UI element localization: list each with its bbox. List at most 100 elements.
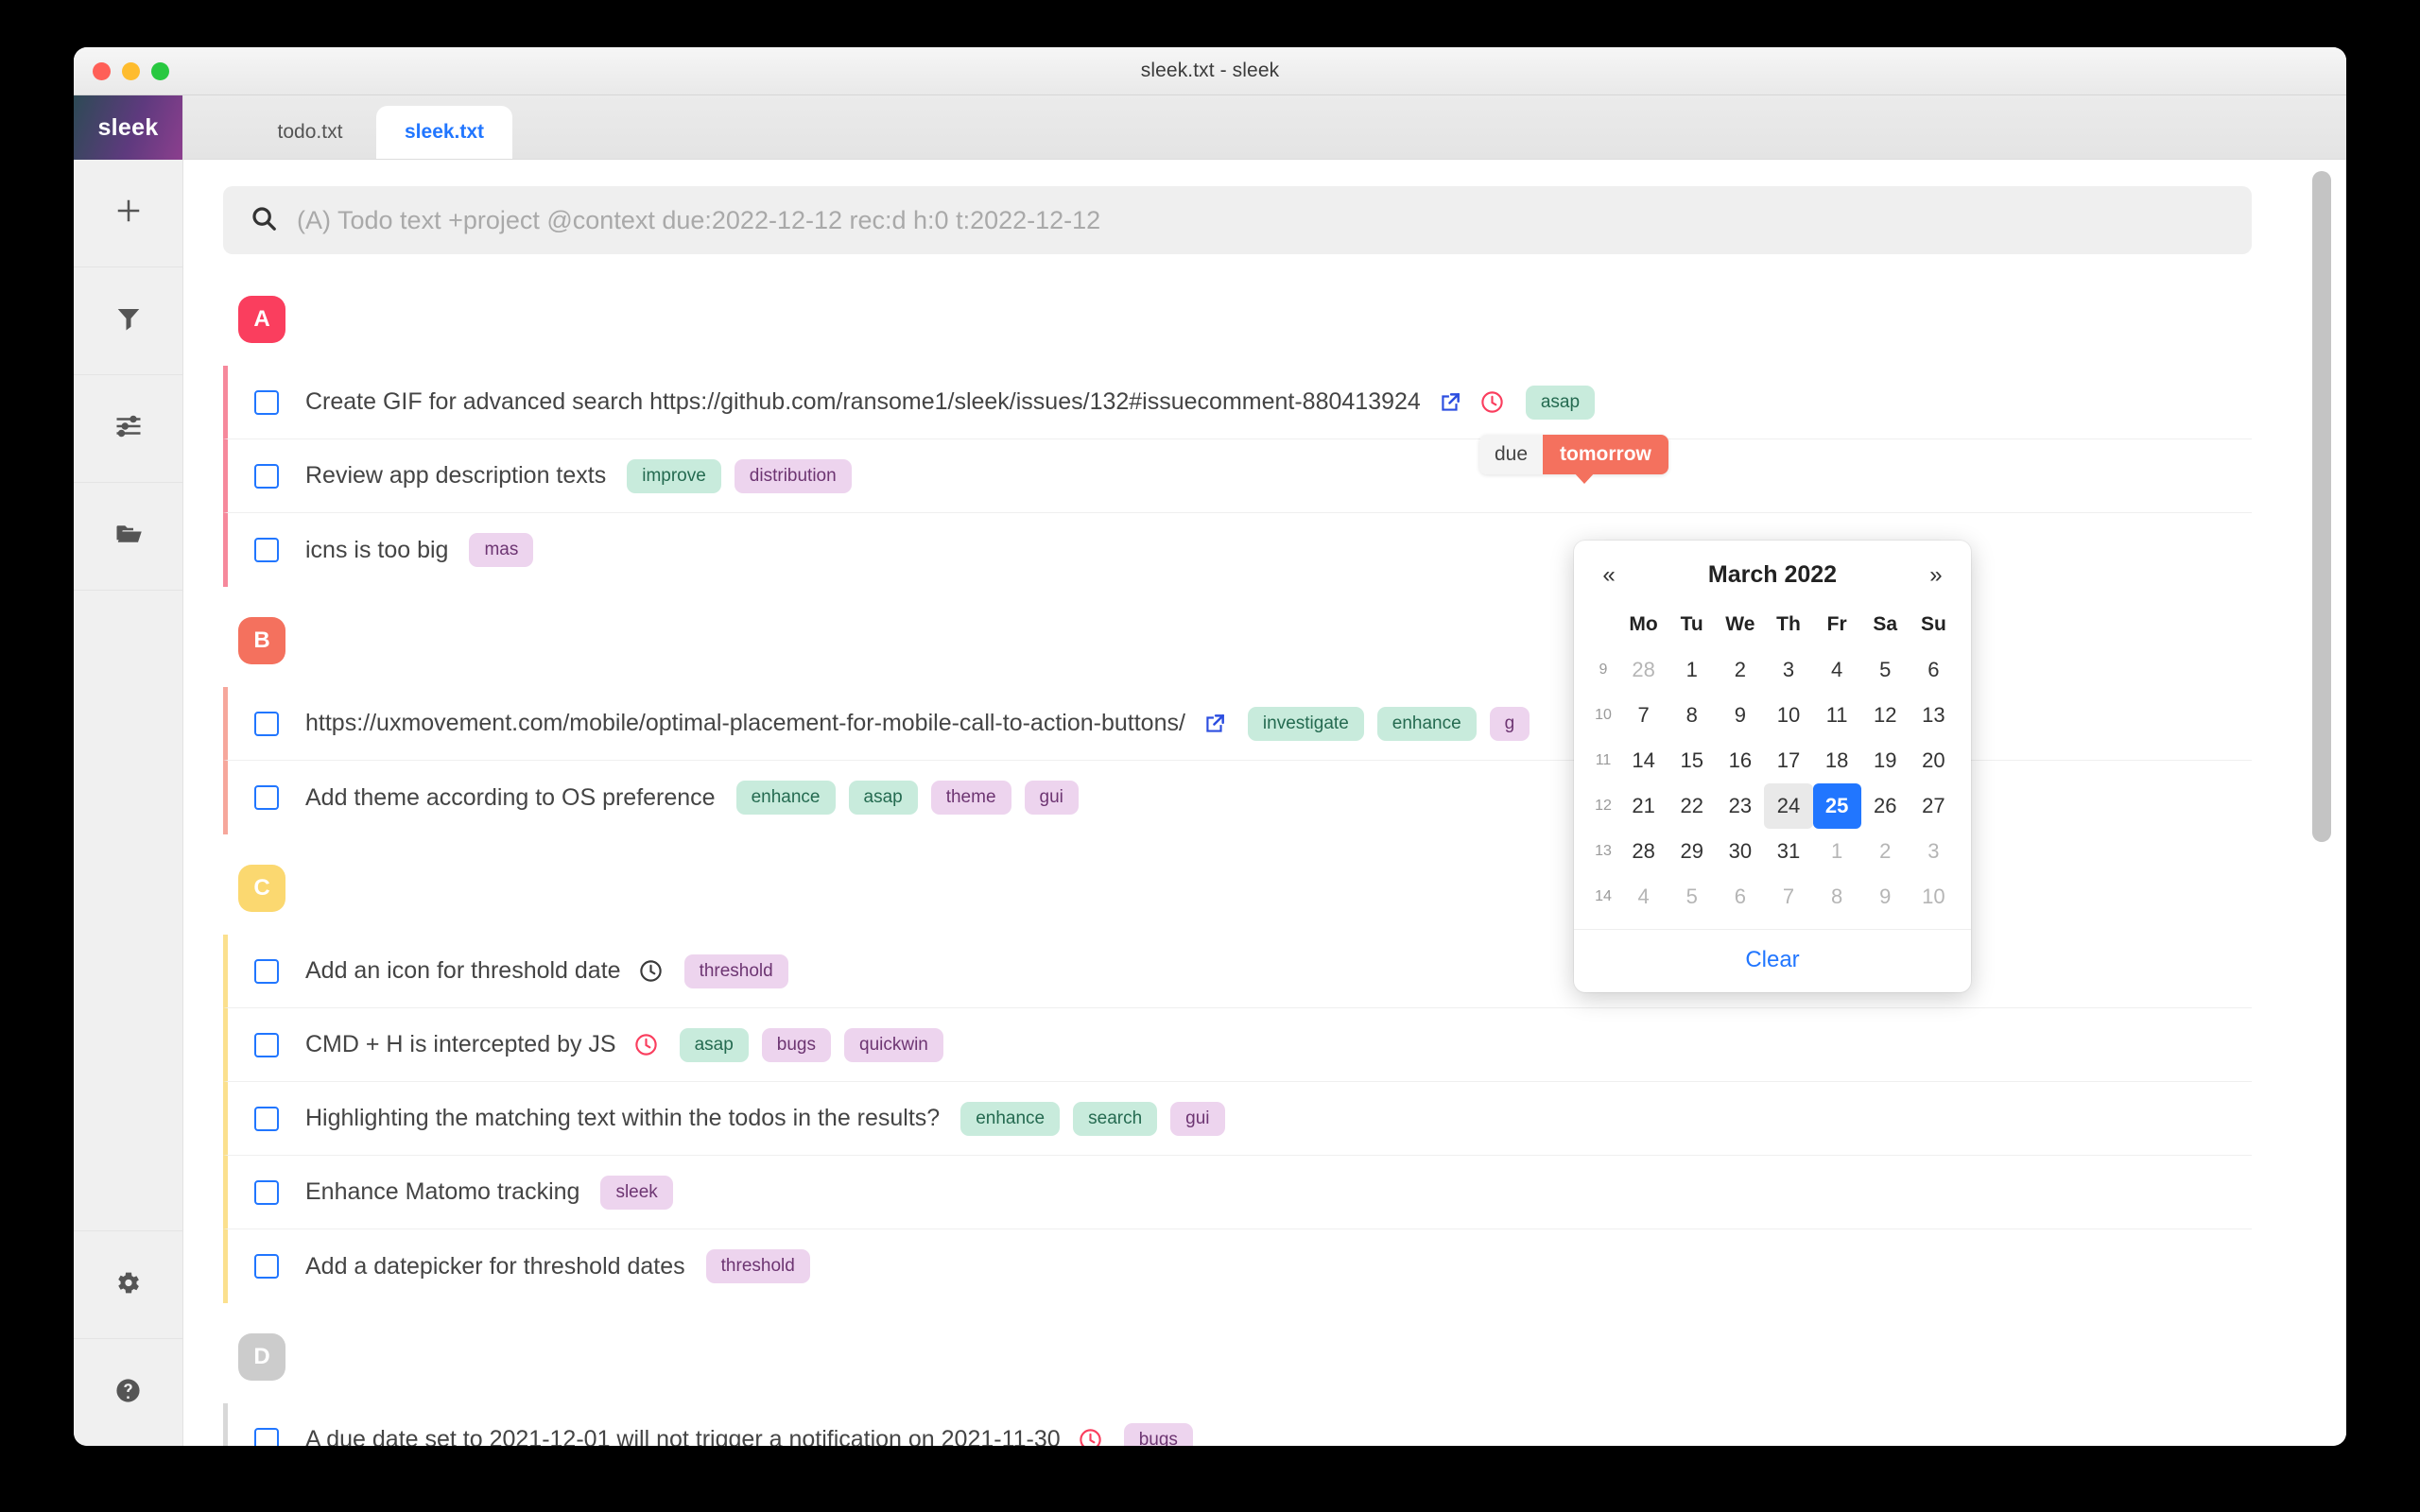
calendar-day[interactable]: 27 <box>1910 783 1958 829</box>
calendar-day[interactable]: 10 <box>1764 693 1812 738</box>
todo-checkbox[interactable] <box>254 538 279 562</box>
threshold-date-clock-icon[interactable] <box>638 958 664 984</box>
calendar-prev-button[interactable]: « <box>1595 562 1623 589</box>
calendar-day[interactable]: 4 <box>1813 647 1861 693</box>
todo-row[interactable]: Review app description texts improve distr… <box>223 439 2252 513</box>
calendar-day[interactable]: 2 <box>1716 647 1764 693</box>
sidebar-item-filter[interactable] <box>74 267 182 375</box>
calendar-day[interactable]: 28 <box>1619 829 1668 874</box>
calendar-day[interactable]: 3 <box>1910 829 1958 874</box>
todo-row[interactable]: A due date set to 2021-12-01 will not tr… <box>223 1403 2252 1446</box>
due-date-clock-icon[interactable] <box>633 1032 659 1057</box>
calendar-day[interactable]: 14 <box>1619 738 1668 783</box>
project-tag[interactable]: search <box>1073 1101 1158 1136</box>
project-tag[interactable]: asap <box>679 1027 749 1062</box>
todo-checkbox[interactable] <box>254 1427 279 1446</box>
calendar-day[interactable]: 1 <box>1668 647 1716 693</box>
calendar-day[interactable]: 3 <box>1764 647 1812 693</box>
context-tag[interactable]: threshold <box>683 954 788 988</box>
todo-checkbox[interactable] <box>254 1254 279 1279</box>
context-tag[interactable]: sleek <box>600 1175 673 1210</box>
calendar-day[interactable]: 5 <box>1668 874 1716 919</box>
context-tag[interactable]: threshold <box>705 1249 810 1283</box>
project-tag[interactable]: asap <box>1525 385 1596 420</box>
external-link-icon[interactable] <box>1438 390 1462 415</box>
calendar-day[interactable]: 5 <box>1861 647 1910 693</box>
todo-checkbox[interactable] <box>254 1032 279 1057</box>
calendar-day[interactable]: 31 <box>1764 829 1812 874</box>
context-tag[interactable]: mas <box>469 533 534 567</box>
calendar-day[interactable]: 6 <box>1910 647 1958 693</box>
todo-checkbox[interactable] <box>254 958 279 984</box>
todo-checkbox[interactable] <box>254 1106 279 1131</box>
calendar-day[interactable]: 9 <box>1861 874 1910 919</box>
calendar-clear-button[interactable]: Clear <box>1745 947 1799 972</box>
sidebar-item-open-file[interactable] <box>74 483 182 591</box>
tab-todo-txt[interactable]: todo.txt <box>244 106 376 159</box>
calendar-day[interactable]: 1 <box>1813 829 1861 874</box>
due-date-clock-icon[interactable] <box>1479 389 1505 415</box>
calendar-day[interactable]: 9 <box>1716 693 1764 738</box>
todo-checkbox[interactable] <box>254 711 279 736</box>
due-date-clock-icon[interactable] <box>1078 1427 1103 1446</box>
calendar-day[interactable]: 17 <box>1764 738 1812 783</box>
context-tag[interactable]: gui <box>1170 1101 1225 1136</box>
external-link-icon[interactable] <box>1202 712 1227 736</box>
calendar-day[interactable]: 21 <box>1619 783 1668 829</box>
todo-row[interactable]: Enhance Matomo tracking sleek <box>223 1156 2252 1229</box>
calendar-day[interactable]: 15 <box>1668 738 1716 783</box>
calendar-next-button[interactable]: » <box>1922 562 1950 589</box>
calendar-day[interactable]: 29 <box>1668 829 1716 874</box>
calendar-day[interactable]: 20 <box>1910 738 1958 783</box>
context-tag[interactable]: bugs <box>761 1027 831 1062</box>
context-tag[interactable]: distribution <box>734 458 852 493</box>
calendar-day[interactable]: 28 <box>1619 647 1668 693</box>
todo-checkbox[interactable] <box>254 1179 279 1205</box>
tab-sleek-txt[interactable]: sleek.txt <box>376 106 513 159</box>
todo-checkbox[interactable] <box>254 785 279 810</box>
calendar-day[interactable]: 22 <box>1668 783 1716 829</box>
calendar-day[interactable]: 19 <box>1861 738 1910 783</box>
todo-checkbox[interactable] <box>254 463 279 489</box>
context-tag[interactable]: theme <box>930 781 1011 815</box>
calendar-day[interactable]: 26 <box>1861 783 1910 829</box>
search-input[interactable]: (A) Todo text +project @context due:2022… <box>223 186 2252 254</box>
todo-checkbox[interactable] <box>254 389 279 415</box>
calendar-day[interactable]: 30 <box>1716 829 1764 874</box>
context-tag[interactable]: gui <box>1024 781 1079 815</box>
sidebar-item-add[interactable] <box>74 160 182 267</box>
minimize-button[interactable] <box>122 61 140 80</box>
project-tag[interactable]: enhance <box>1376 706 1477 741</box>
sidebar-item-settings[interactable] <box>74 1230 182 1338</box>
calendar-day[interactable]: 8 <box>1813 874 1861 919</box>
sidebar-item-help[interactable] <box>74 1338 182 1446</box>
todo-row[interactable]: CMD + H is intercepted by JS asap bugs qui… <box>223 1008 2252 1082</box>
project-tag[interactable]: enhance <box>735 781 836 815</box>
context-tag[interactable]: g <box>1489 706 1530 741</box>
calendar-day[interactable]: 16 <box>1716 738 1764 783</box>
calendar-day-selected[interactable]: 25 <box>1812 783 1861 829</box>
vertical-scrollbar[interactable] <box>2312 171 2331 842</box>
calendar-day[interactable]: 6 <box>1716 874 1764 919</box>
calendar-day[interactable]: 7 <box>1764 874 1812 919</box>
close-button[interactable] <box>93 61 111 80</box>
calendar-day[interactable]: 23 <box>1716 783 1764 829</box>
calendar-day[interactable]: 24 <box>1764 783 1813 829</box>
todo-row[interactable]: Create GIF for advanced search https://g… <box>223 366 2252 439</box>
calendar-day[interactable]: 12 <box>1861 693 1910 738</box>
calendar-day[interactable]: 13 <box>1910 693 1958 738</box>
calendar-day[interactable]: 11 <box>1813 693 1861 738</box>
calendar-day[interactable]: 8 <box>1668 693 1716 738</box>
context-tag[interactable]: quickwin <box>844 1027 943 1062</box>
todo-row[interactable]: Add a datepicker for threshold dates thre… <box>223 1229 2252 1303</box>
calendar-day[interactable]: 2 <box>1861 829 1910 874</box>
project-tag[interactable]: improve <box>627 458 721 493</box>
calendar-day[interactable]: 18 <box>1813 738 1861 783</box>
calendar-day[interactable]: 10 <box>1910 874 1958 919</box>
project-tag[interactable]: investigate <box>1247 706 1364 741</box>
calendar-day[interactable]: 4 <box>1619 874 1668 919</box>
project-tag[interactable]: enhance <box>960 1101 1061 1136</box>
maximize-button[interactable] <box>151 61 169 80</box>
todo-row[interactable]: Highlighting the matching text within th… <box>223 1082 2252 1156</box>
context-tag[interactable]: bugs <box>1123 1422 1193 1446</box>
